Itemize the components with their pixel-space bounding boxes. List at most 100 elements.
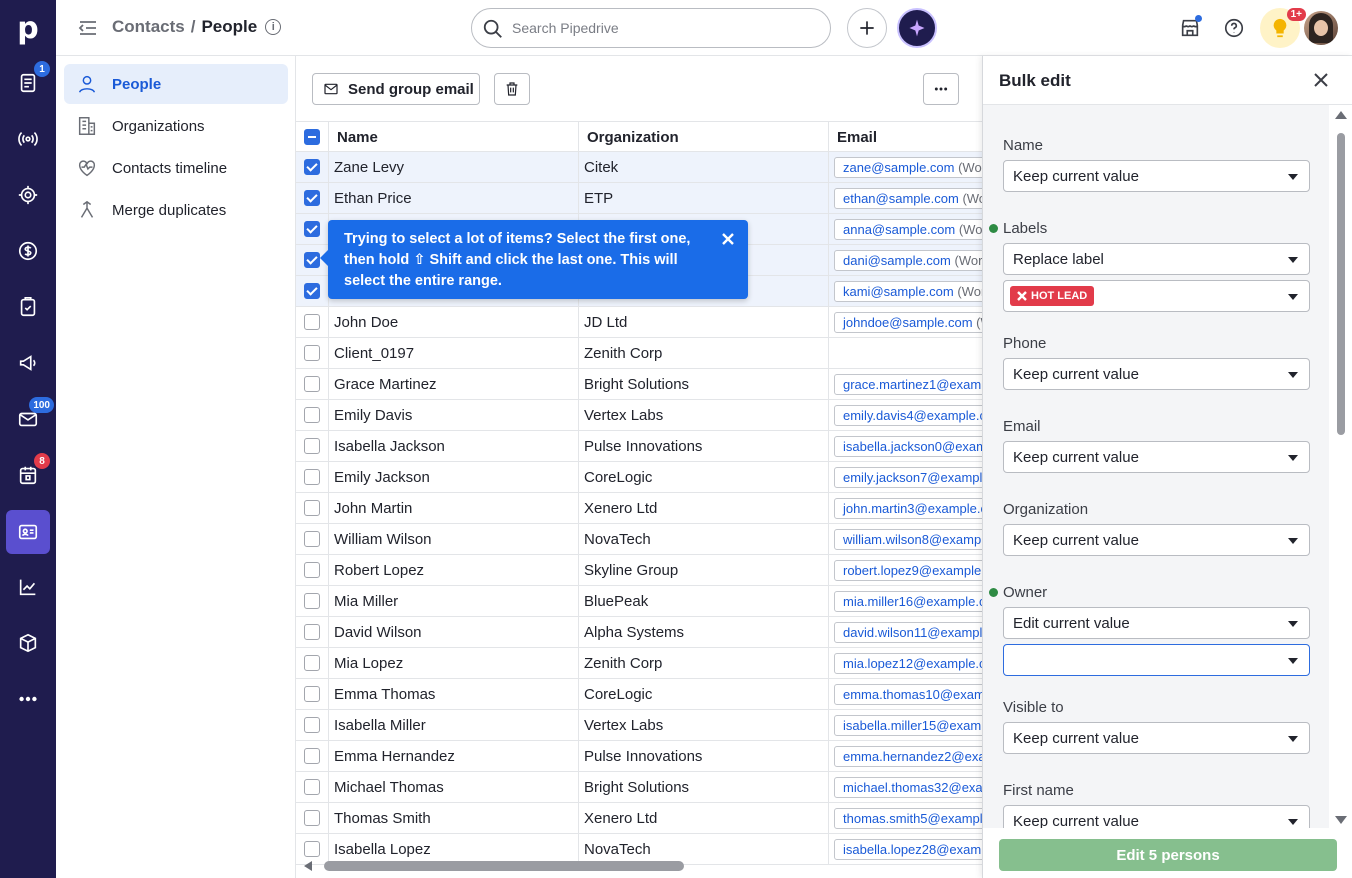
edit-persons-button[interactable]: Edit 5 persons <box>999 839 1337 871</box>
cell-email[interactable]: emma.hernandez2@example.com <box>828 741 982 771</box>
owner-value-select[interactable] <box>1003 644 1310 676</box>
organization-name[interactable]: Vertex Labs <box>584 717 663 734</box>
cell-email[interactable]: michael.thomas32@example.com <box>828 772 982 802</box>
email-chip[interactable]: david.wilson11@example.com <box>834 621 982 643</box>
email-chip[interactable]: johndoe@sample.com (Work) <box>834 311 982 333</box>
person-name[interactable]: Robert Lopez <box>334 562 424 579</box>
cell-name[interactable]: David Wilson <box>328 617 578 647</box>
rail-deals[interactable] <box>6 173 50 217</box>
person-name[interactable]: Emma Thomas <box>334 686 435 703</box>
cell-name[interactable]: Isabella Miller <box>328 710 578 740</box>
row-checkbox[interactable] <box>304 717 320 733</box>
cell-email[interactable]: david.wilson11@example.com <box>828 617 982 647</box>
cell-email[interactable]: kami@sample.com (Work) <box>828 276 982 306</box>
cell-email[interactable]: mia.lopez12@example.com <box>828 648 982 678</box>
person-name[interactable]: Isabella Jackson <box>334 438 445 455</box>
table-row[interactable]: John Martin Xenero Ltd john.martin3@exampl… <box>296 493 982 524</box>
email-chip[interactable]: ethan@sample.com (Work) <box>834 187 982 209</box>
email-chip[interactable]: isabella.jackson0@example.com <box>834 435 982 457</box>
cell-organization[interactable]: JD Ltd <box>578 307 828 337</box>
scroll-left-arrow[interactable] <box>304 861 312 871</box>
organization-name[interactable]: Zenith Corp <box>584 345 662 362</box>
table-row[interactable]: Mia Miller BluePeak mia.miller16@example.c… <box>296 586 982 617</box>
email-address[interactable]: zane@sample.com <box>843 160 954 175</box>
email-address[interactable]: johndoe@sample.com <box>843 315 973 330</box>
cell-organization[interactable]: ETP <box>578 183 828 213</box>
cell-name[interactable]: Michael Thomas <box>328 772 578 802</box>
email-address[interactable]: isabella.lopez28@example.com <box>843 842 982 857</box>
cell-organization[interactable]: Vertex Labs <box>578 710 828 740</box>
cell-name[interactable]: Mia Miller <box>328 586 578 616</box>
table-row[interactable]: John Doe JD Ltd johndoe@sample.com (Work) <box>296 307 982 338</box>
cell-organization[interactable]: Pulse Innovations <box>578 431 828 461</box>
info-icon[interactable]: i <box>265 19 282 35</box>
table-row[interactable]: Ethan Price ETP ethan@sample.com (Work) <box>296 183 982 214</box>
email-address[interactable]: robert.lopez9@example.com <box>843 563 982 578</box>
rail-tasks[interactable] <box>6 285 50 329</box>
table-row[interactable]: David Wilson Alpha Systems david.wilson11@… <box>296 617 982 648</box>
row-checkbox[interactable] <box>304 376 320 392</box>
email-address[interactable]: emma.thomas10@example.com <box>843 687 982 702</box>
email-address[interactable]: grace.martinez1@example.com <box>843 377 982 392</box>
email-address[interactable]: john.martin3@example.com <box>843 501 982 516</box>
rail-mail[interactable]: 100 <box>6 397 54 441</box>
email-chip[interactable]: isabella.miller15@example.com <box>834 714 982 736</box>
person-name[interactable]: David Wilson <box>334 624 422 641</box>
cell-email[interactable]: anna@sample.com (Work) <box>828 214 982 244</box>
table-row[interactable]: William Wilson NovaTech william.wilson8@ex… <box>296 524 982 555</box>
cell-email[interactable] <box>828 338 982 368</box>
email-address[interactable]: isabella.miller15@example.com <box>843 718 982 733</box>
cell-organization[interactable]: Alpha Systems <box>578 617 828 647</box>
cell-email[interactable]: isabella.jackson0@example.com <box>828 431 982 461</box>
name-select[interactable]: Keep current value <box>1003 160 1310 192</box>
cell-name[interactable]: Ethan Price <box>328 183 578 213</box>
row-checkbox[interactable] <box>304 407 320 423</box>
person-name[interactable]: Emma Hernandez <box>334 748 455 765</box>
visible-to-select[interactable]: Keep current value <box>1003 722 1310 754</box>
cell-email[interactable]: robert.lopez9@example.com <box>828 555 982 585</box>
cell-organization[interactable]: BluePeak <box>578 586 828 616</box>
email-chip[interactable]: thomas.smith5@example.com <box>834 807 982 829</box>
horizontal-scrollbar[interactable] <box>304 858 980 874</box>
sidenav-item-people[interactable]: People <box>64 64 288 104</box>
person-name[interactable]: Michael Thomas <box>334 779 444 796</box>
table-row[interactable]: Grace Martinez Bright Solutions grace.mart… <box>296 369 982 400</box>
cell-email[interactable]: johndoe@sample.com (Work) <box>828 307 982 337</box>
row-checkbox[interactable] <box>304 345 320 361</box>
scroll-up-arrow[interactable] <box>1335 111 1347 119</box>
email-address[interactable]: anna@sample.com <box>843 222 955 237</box>
row-checkbox[interactable] <box>304 593 320 609</box>
cell-name[interactable]: Emma Thomas <box>328 679 578 709</box>
cell-name[interactable]: Client_0197 <box>328 338 578 368</box>
person-name[interactable]: John Martin <box>334 500 412 517</box>
person-name[interactable]: Thomas Smith <box>334 810 431 827</box>
row-checkbox[interactable] <box>304 438 320 454</box>
person-name[interactable]: William Wilson <box>334 531 432 548</box>
organization-name[interactable]: CoreLogic <box>584 469 652 486</box>
table-row[interactable]: Mia Lopez Zenith Corp mia.lopez12@example.… <box>296 648 982 679</box>
row-checkbox[interactable] <box>304 469 320 485</box>
cell-organization[interactable]: Citek <box>578 152 828 182</box>
rail-contacts[interactable] <box>6 510 50 554</box>
cell-name[interactable]: Emma Hernandez <box>328 741 578 771</box>
organization-name[interactable]: Skyline Group <box>584 562 678 579</box>
scroll-down-arrow[interactable] <box>1335 816 1347 824</box>
person-name[interactable]: Mia Lopez <box>334 655 403 672</box>
cell-organization[interactable]: Skyline Group <box>578 555 828 585</box>
cell-name[interactable]: John Doe <box>328 307 578 337</box>
hot-lead-label-chip[interactable]: HOT LEAD <box>1010 286 1095 306</box>
row-checkbox[interactable] <box>304 500 320 516</box>
cell-name[interactable]: Robert Lopez <box>328 555 578 585</box>
email-address[interactable]: emily.jackson7@example.com <box>843 470 982 485</box>
email-select[interactable]: Keep current value <box>1003 441 1310 473</box>
row-checkbox[interactable] <box>304 283 320 299</box>
cell-email[interactable]: thomas.smith5@example.com <box>828 803 982 833</box>
select-all-checkbox[interactable] <box>304 129 320 145</box>
rail-deals-live[interactable] <box>6 117 50 161</box>
cell-name[interactable]: John Martin <box>328 493 578 523</box>
cell-email[interactable]: zane@sample.com (Work) <box>828 152 982 182</box>
person-name[interactable]: Client_0197 <box>334 345 414 362</box>
rail-revenue[interactable] <box>6 229 50 273</box>
organization-select[interactable]: Keep current value <box>1003 524 1310 556</box>
tips-button[interactable]: 1+ <box>1260 8 1306 48</box>
